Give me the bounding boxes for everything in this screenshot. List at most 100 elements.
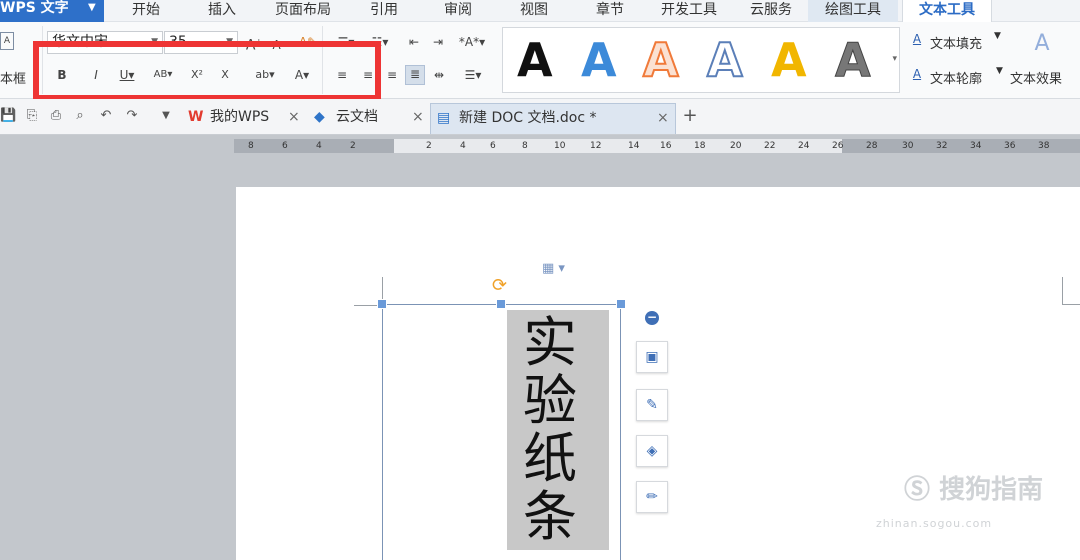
textbox-label: 本框 — [0, 72, 27, 87]
ruler-tick-label: 26 — [832, 141, 844, 151]
tab-my-wps[interactable]: W 我的WPS × — [186, 103, 304, 134]
menu-text-tools[interactable]: 文本工具 — [902, 0, 992, 22]
layout-options-icon[interactable]: ▦ ▾ — [542, 261, 565, 276]
ruler-tick-label: 4 — [316, 141, 322, 151]
text-style-black[interactable]: A — [517, 35, 553, 85]
tab-cloud-docs[interactable]: ◆ 云文档 × — [312, 103, 428, 134]
doc-file-icon: ▤ — [437, 110, 451, 126]
text-style-gray[interactable]: A — [835, 35, 872, 86]
tab-label: 新建 DOC 文档.doc * — [459, 110, 597, 126]
export-pdf-icon[interactable]: ⎘ — [24, 108, 40, 124]
decrease-indent-icon[interactable]: ⇤ — [404, 34, 424, 50]
chevron-down-icon: ▼ — [994, 31, 1001, 41]
menu-drawing-tools[interactable]: 绘图工具 — [808, 0, 898, 22]
margin-corner-mark — [1062, 277, 1063, 305]
watermark-text: 搜狗指南 — [939, 475, 1044, 505]
menu-reference[interactable]: 引用 — [356, 0, 412, 22]
increase-indent-icon[interactable]: ⇥ — [428, 34, 448, 50]
line-spacing-icon[interactable]: ☰▾ — [458, 67, 488, 83]
print-icon[interactable]: ⎙ — [48, 108, 64, 124]
margin-corner-mark — [1062, 304, 1080, 305]
text-char: 验 — [523, 369, 577, 432]
customize-chevron-icon[interactable]: ▼ — [158, 108, 174, 124]
text-effect-icon[interactable]: A — [1030, 33, 1054, 55]
pen-icon: ✎ — [646, 397, 658, 413]
text-char: 实 — [523, 311, 577, 374]
justify-icon[interactable]: ≣ — [405, 65, 425, 85]
text-style-white-outline[interactable]: A — [706, 34, 744, 86]
distribute-icon[interactable]: ⇹ — [430, 67, 448, 83]
text-direction-icon[interactable]: *A*▾ — [456, 34, 488, 50]
ruler-tick-label: 36 — [1004, 141, 1016, 151]
text-style-gold[interactable]: A — [771, 35, 807, 85]
watermark-logo-icon: Ⓢ — [904, 475, 931, 505]
ruler-tick-label: 2 — [350, 141, 356, 151]
text-fill-button[interactable]: 文本填充 — [930, 33, 982, 52]
menu-cloud[interactable]: 云服务 — [740, 0, 802, 22]
collapse-icon[interactable]: − — [645, 311, 659, 325]
text-style-orange-outline[interactable]: A — [642, 34, 680, 86]
menu-chapter[interactable]: 章节 — [582, 0, 638, 22]
ruler-tick-label: 18 — [694, 141, 706, 151]
gallery-more-icon[interactable]: ▾ — [892, 54, 897, 64]
menu-view[interactable]: 视图 — [506, 0, 562, 22]
menu-bar: WPS 文字 ▼ 开始 插入 页面布局 引用 审阅 视图 章节 开发工具 云服务… — [0, 0, 1080, 22]
ruler-tick-label: 4 — [460, 141, 466, 151]
save-icon[interactable]: 💾 — [0, 108, 16, 124]
menu-page-layout[interactable]: 页面布局 — [268, 0, 338, 22]
close-icon[interactable]: × — [412, 103, 424, 131]
ruler-tick-label: 16 — [660, 141, 672, 151]
redo-icon[interactable]: ↷ — [124, 108, 140, 124]
print-preview-icon[interactable]: ⌕ — [72, 108, 88, 124]
menu-insert[interactable]: 插入 — [194, 0, 250, 22]
shape-style-button[interactable]: ▣ — [636, 341, 668, 373]
resize-handle[interactable] — [616, 299, 626, 309]
watermark: Ⓢ 搜狗指南 — [904, 469, 1043, 506]
app-menu-button[interactable]: WPS 文字 ▼ — [0, 0, 104, 22]
vertical-text[interactable]: 实 验 纸 条 — [507, 310, 609, 550]
menu-developer[interactable]: 开发工具 — [652, 0, 726, 22]
document-page[interactable]: ▦ ▾ ⟳ 实 验 纸 条 − ▣ ✎ ◈ ✏ Ⓢ 搜狗指南 zhinan.so… — [236, 187, 1080, 560]
tab-bar: 💾 ⎘ ⎙ ⌕ ↶ ↷ ▼ W 我的WPS × ◆ 云文档 × ▤ 新建 DOC… — [0, 99, 1080, 135]
ruler-tick-label: 6 — [282, 141, 288, 151]
ruler-tick-label: 38 — [1038, 141, 1050, 151]
align-right-icon[interactable]: ≡ — [384, 67, 400, 83]
wps-logo-icon: W — [188, 109, 204, 125]
menu-review[interactable]: 审阅 — [430, 0, 486, 22]
text-style-blue[interactable]: A — [581, 35, 617, 85]
ruler-tick-label: 10 — [554, 141, 566, 151]
resize-handle[interactable] — [377, 299, 387, 309]
ribbon: A 本框 华文中宋 ▼ 35 ▼ A+ A- A✎ B I U▾ AB▾ X² … — [0, 22, 1080, 101]
app-name: WPS 文字 — [0, 0, 69, 16]
line-color-button[interactable]: ✏ — [636, 481, 668, 513]
ruler-tick-label: 6 — [490, 141, 496, 151]
ruler-tick-label: 32 — [936, 141, 948, 151]
text-fill-icon[interactable]: A — [910, 31, 924, 47]
watermark-url: zhinan.sogou.com — [876, 517, 993, 530]
tab-new-doc[interactable]: ▤ 新建 DOC 文档.doc * × — [430, 103, 676, 134]
tab-label: 云文档 — [336, 109, 378, 125]
textbox-icon[interactable]: A — [0, 32, 14, 50]
close-icon[interactable]: × — [657, 104, 669, 132]
resize-handle[interactable] — [496, 299, 506, 309]
rotate-handle-icon[interactable]: ⟳ — [492, 275, 507, 296]
new-tab-icon[interactable]: + — [682, 107, 698, 125]
horizontal-ruler[interactable]: 8 6 4 2 2 4 6 8 10 12 14 16 18 20 22 24 … — [234, 139, 1080, 153]
menu-start[interactable]: 开始 — [118, 0, 174, 22]
highlight-box — [33, 41, 381, 101]
ruler-tick-label: 24 — [798, 141, 810, 151]
chevron-down-icon: ▼ — [996, 66, 1003, 76]
ruler-tick-label: 8 — [522, 141, 528, 151]
paint-bucket-icon: ◈ — [646, 443, 658, 459]
ruler-tick-label: 8 — [248, 141, 254, 151]
fill-color-button[interactable]: ◈ — [636, 435, 668, 467]
ruler-tick-label: 34 — [970, 141, 982, 151]
outline-style-button[interactable]: ✎ — [636, 389, 668, 421]
text-outline-icon[interactable]: A — [910, 66, 924, 82]
close-icon[interactable]: × — [288, 103, 300, 131]
image-icon: ▣ — [645, 349, 659, 365]
text-outline-button[interactable]: 文本轮廓 — [930, 68, 982, 87]
undo-icon[interactable]: ↶ — [98, 108, 114, 124]
text-style-gallery: A A A A A A ▾ — [502, 27, 900, 93]
text-effect-button[interactable]: 文本效果 — [1010, 68, 1062, 87]
